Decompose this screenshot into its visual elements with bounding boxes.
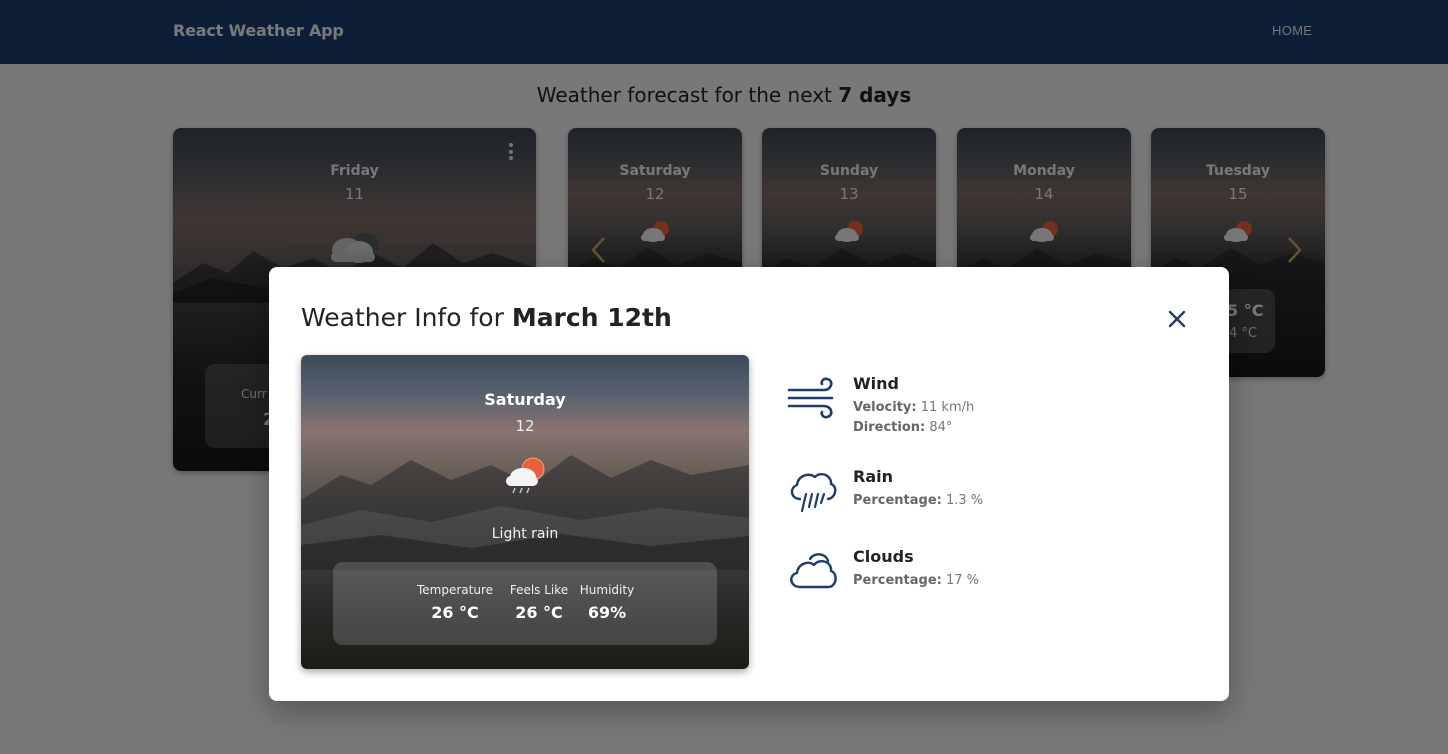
clouds-percentage-value: 17 % <box>945 573 980 588</box>
wind-icon <box>787 377 834 419</box>
stat-temperature: Temperature 26 °C <box>415 583 495 622</box>
stat-label: Temperature <box>416 583 493 597</box>
wind-title: Wind <box>853 374 899 393</box>
weather-info-modal: Weather Info for March 12th Saturday 12 … <box>269 267 1229 701</box>
weather-description: Light rain <box>491 526 559 542</box>
clouds-title: Clouds <box>853 547 914 566</box>
stat-label: Feels Like <box>509 583 569 597</box>
velocity-label: Velocity: <box>853 400 917 415</box>
direction-value: 84° <box>929 420 953 435</box>
detail-day: Saturday <box>484 390 566 409</box>
stat-value: 69% <box>587 603 627 622</box>
stats-panel: Temperature 26 °C Feels Like 26 °C Humid… <box>333 562 717 645</box>
velocity-value: 11 km/h <box>920 400 975 415</box>
modal-title-date: March 12th <box>511 303 672 332</box>
cloud-sun-rain-icon <box>506 457 545 494</box>
stat-humidity: Humidity 69% <box>579 583 635 622</box>
clouds-percentage: Percentage: 17 % <box>853 573 979 588</box>
detail-date: 12 <box>515 417 535 435</box>
wind-velocity: Velocity: 11 km/h <box>853 400 974 415</box>
rain-percentage-label: Percentage: <box>853 493 942 508</box>
direction-label: Direction: <box>853 420 926 435</box>
close-icon[interactable] <box>1166 308 1188 330</box>
clouds-percentage-label: Percentage: <box>853 573 942 588</box>
mountain-silhouette <box>301 455 749 570</box>
rain-percentage-value: 1.3 % <box>945 493 984 508</box>
stat-value: 26 °C <box>431 603 479 622</box>
rain-title: Rain <box>853 467 893 486</box>
modal-title-prefix: Weather Info for <box>301 303 504 332</box>
stat-feels-like: Feels Like 26 °C <box>508 583 570 622</box>
rain-icon <box>790 473 837 513</box>
modal-title: Weather Info for March 12th <box>301 303 672 332</box>
wind-direction: Direction: 84° <box>853 420 952 435</box>
stat-label: Humidity <box>579 583 635 597</box>
clouds-icon <box>790 553 837 589</box>
day-detail-card: Saturday 12 Light rain Temperature 26 °C… <box>301 355 749 669</box>
stat-value: 26 °C <box>515 603 563 622</box>
rain-percentage: Percentage: 1.3 % <box>853 493 983 508</box>
